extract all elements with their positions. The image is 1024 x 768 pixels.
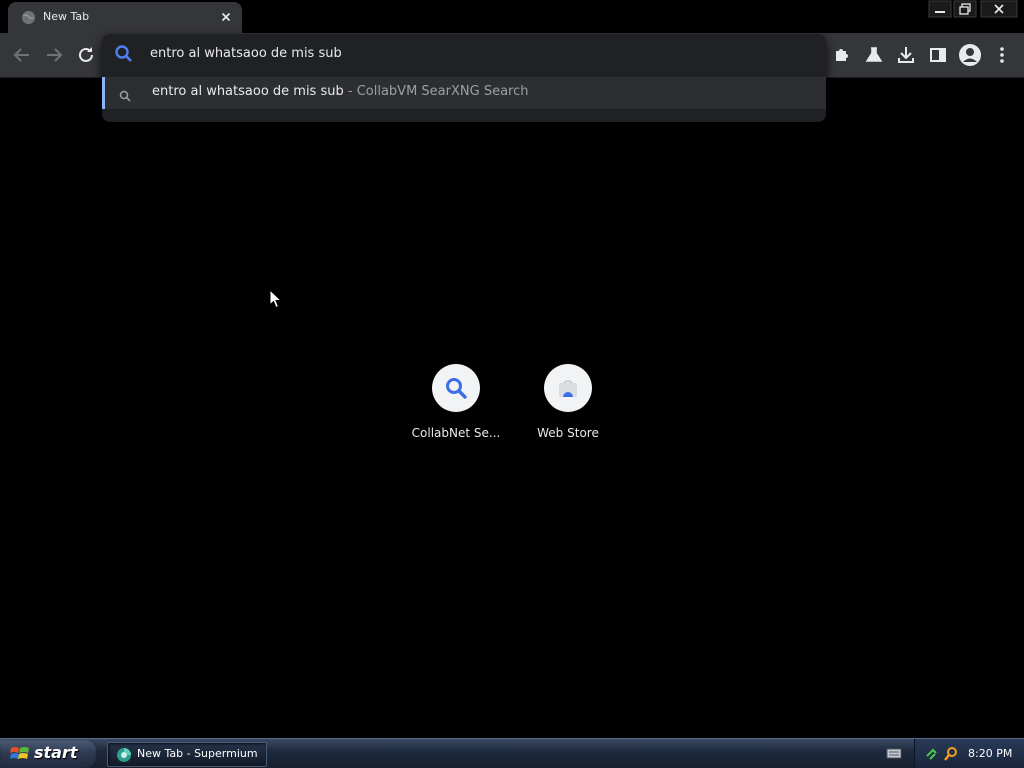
- system-tray: 8:20 PM: [914, 739, 1024, 768]
- profile-avatar-icon[interactable]: [958, 43, 982, 67]
- network-icon[interactable]: [925, 746, 941, 762]
- back-arrow-icon[interactable]: [10, 43, 34, 67]
- taskbar: start New Tab - Supermium: [0, 738, 1024, 768]
- suggestion-text: entro al whatsaoo de mis sub - CollabVM …: [152, 84, 528, 99]
- windows-logo-icon: [10, 745, 30, 763]
- shortcut-icon-circle: [432, 364, 480, 412]
- puzzle-icon[interactable]: [830, 43, 854, 67]
- restore-icon[interactable]: [953, 0, 977, 18]
- shortcut-web-store[interactable]: Web Store: [512, 364, 624, 454]
- tab-title: New Tab: [43, 10, 90, 23]
- suggestion-engine: CollabVM SearXNG Search: [356, 84, 529, 99]
- shortcut-label: CollabNet Se...: [411, 426, 501, 440]
- search-icon: [119, 87, 131, 102]
- search-icon: [114, 44, 134, 64]
- suggestion-query: entro al whatsaoo de mis sub: [152, 84, 344, 99]
- omnibox-dropdown: entro al whatsaoo de mis sub - CollabVM …: [102, 34, 826, 122]
- suggestion-selected-indicator: [102, 77, 105, 109]
- mouse-cursor-icon: [269, 288, 283, 309]
- suggestion-separator: -: [343, 84, 357, 99]
- forward-arrow-icon[interactable]: [42, 43, 66, 67]
- shortcut-label: Web Store: [537, 426, 599, 440]
- download-icon[interactable]: [894, 43, 918, 67]
- clock: 8:20 PM: [968, 747, 1013, 760]
- omnibox-suggestion[interactable]: entro al whatsaoo de mis sub - CollabVM …: [102, 77, 826, 109]
- start-button[interactable]: start: [0, 739, 98, 768]
- taskbar-item-browser[interactable]: New Tab - Supermium: [107, 742, 267, 767]
- flask-icon[interactable]: [862, 43, 886, 67]
- address-bar-input[interactable]: [150, 44, 790, 64]
- kebab-menu-icon[interactable]: [990, 43, 1014, 67]
- shortcut-collabnet[interactable]: CollabNet Se...: [400, 364, 512, 454]
- keyboard-layout-icon[interactable]: [886, 745, 902, 761]
- taskbar-item-label: New Tab - Supermium: [137, 747, 258, 760]
- screen: New Tab entro al whatsaoo de mis sub ent…: [0, 0, 1024, 768]
- tab-strip: New Tab: [0, 0, 1024, 33]
- close-icon[interactable]: [218, 9, 234, 25]
- supermium-icon: [116, 747, 132, 763]
- search-tray-icon[interactable]: [943, 746, 959, 762]
- shortcut-icon-circle: [544, 364, 592, 412]
- window-close-icon[interactable]: [980, 0, 1018, 18]
- minimize-icon[interactable]: [928, 0, 952, 18]
- start-label: start: [34, 743, 78, 762]
- reload-icon[interactable]: [74, 43, 98, 67]
- globe-icon: [21, 10, 36, 25]
- side-panel-icon[interactable]: [926, 43, 950, 67]
- tab-new-tab[interactable]: New Tab: [8, 2, 242, 33]
